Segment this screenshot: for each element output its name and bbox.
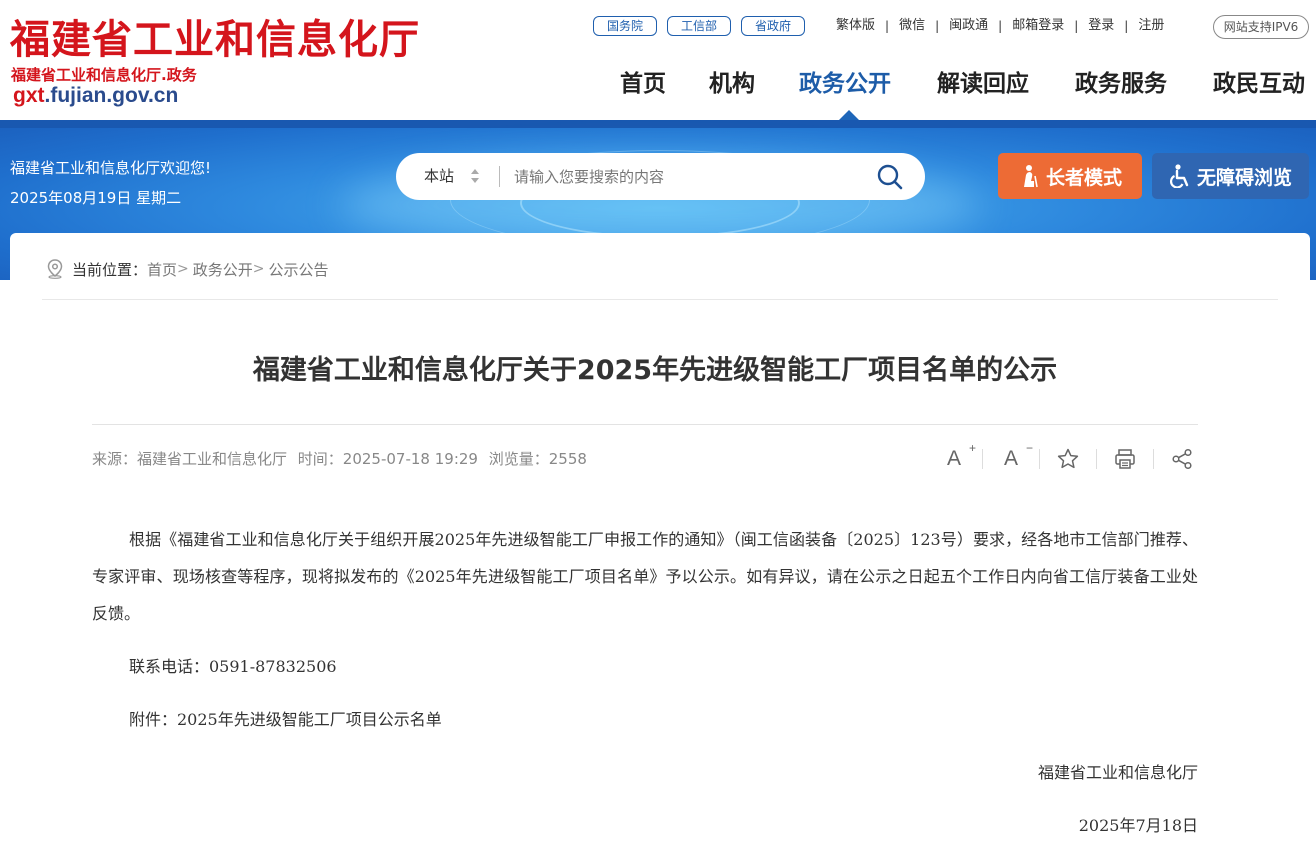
ipv6-badge: 网站支持IPV6 — [1213, 15, 1309, 39]
banner-top-band — [0, 120, 1316, 128]
attachment-link[interactable]: 附件：2025年先进级智能工厂项目公示名单 — [92, 701, 1198, 738]
article-paragraph: 根据《福建省工业和信息化厅关于组织开展2025年先进级智能工厂申报工作的通知》（… — [92, 530, 1198, 623]
nav-interaction[interactable]: 政民互动 — [1213, 66, 1305, 102]
article-card: 当前位置： 首页 > 政务公开 > 公示公告 福建省工业和信息化厅关于2025年先进… — [10, 233, 1310, 846]
divider — [42, 299, 1278, 300]
link-minzhengtong[interactable]: 闽政通 — [939, 17, 998, 35]
nav-active-indicator — [839, 110, 859, 120]
minus-icon: − — [1025, 441, 1033, 455]
utility-links: 繁体版 | 微信 | 闽政通 | 邮箱登录 | 登录 | 注册 — [826, 16, 1174, 36]
share-icon — [1172, 448, 1192, 470]
article-meta: 来源：福建省工业和信息化厅 时间：2025-07-18 19:29 浏览量：25… — [92, 447, 593, 471]
divider — [1039, 449, 1040, 469]
font-decrease-label: A — [1003, 447, 1018, 470]
wheelchair-icon — [1170, 164, 1189, 188]
signature-date: 2025年7月18日 — [1078, 816, 1198, 835]
elder-mode-button[interactable]: 长者模式 — [998, 153, 1142, 199]
accessibility-label: 无障碍浏览 — [1196, 166, 1292, 189]
site-domain: gxt.fujian.gov.cn — [13, 84, 178, 108]
site-header: 福建省工业和信息化厅 福建省工业和信息化厅.政务 gxt.fujian.gov.… — [0, 0, 1316, 120]
contact-phone: 联系电话：0591-87832506 — [129, 657, 337, 676]
signature-org: 福建省工业和信息化厅 — [1037, 763, 1198, 782]
welcome-text: 福建省工业和信息化厅欢迎您! — [10, 159, 212, 177]
current-date: 2025年08月19日 星期二 — [10, 189, 182, 207]
domain-prefix: gxt — [13, 84, 45, 107]
nav-organization[interactable]: 机构 — [709, 66, 755, 102]
link-wechat[interactable]: 微信 — [889, 17, 935, 35]
site-logo-subtitle: 福建省工业和信息化厅.政务 — [11, 66, 197, 84]
site-logo-title[interactable]: 福建省工业和信息化厅 — [10, 16, 420, 64]
elder-mode-label: 长者模式 — [1045, 166, 1122, 189]
font-decrease-button[interactable]: A − — [997, 441, 1033, 473]
breadcrumb: 当前位置： 首页 > 政务公开 > 公示公告 — [46, 257, 329, 281]
nav-gov-affairs-open[interactable]: 政务公开 — [799, 66, 891, 102]
breadcrumb-separator: > — [252, 261, 265, 277]
search-bar: 本站 — [396, 153, 925, 200]
link-miit[interactable]: 工信部 — [667, 16, 731, 36]
search-scope-select[interactable]: 本站 — [424, 153, 454, 200]
location-pin-icon — [47, 259, 63, 279]
elder-person-icon — [1023, 165, 1038, 188]
divider — [499, 166, 500, 187]
favorite-button[interactable] — [1054, 445, 1082, 473]
select-arrows-icon[interactable] — [468, 167, 482, 187]
link-mail-login[interactable]: 邮箱登录 — [1002, 17, 1074, 35]
search-icon[interactable] — [876, 163, 904, 191]
print-button[interactable] — [1111, 445, 1139, 473]
font-increase-label: A — [946, 447, 961, 470]
article-title: 福建省工业和信息化厅关于2025年先进级智能工厂项目名单的公示 — [252, 355, 1058, 386]
breadcrumb-label: 当前位置： — [72, 260, 148, 279]
domain-suffix: .fujian.gov.cn — [44, 84, 179, 107]
divider — [92, 424, 1198, 425]
article-views: 浏览量：2558 — [488, 450, 587, 468]
nav-gov-services[interactable]: 政务服务 — [1075, 66, 1167, 102]
breadcrumb-home[interactable]: 首页 — [147, 259, 177, 280]
breadcrumb-separator: > — [177, 261, 189, 277]
font-increase-button[interactable]: A + — [940, 441, 976, 473]
plus-icon: + — [968, 441, 976, 455]
link-traditional[interactable]: 繁体版 — [826, 17, 885, 35]
article-time: 时间：2025-07-18 19:29 — [297, 450, 478, 468]
link-state-council[interactable]: 国务院 — [593, 16, 657, 36]
nav-interpretation[interactable]: 解读回应 — [937, 66, 1029, 102]
link-login[interactable]: 登录 — [1078, 17, 1124, 35]
divider — [1096, 449, 1097, 469]
star-icon — [1057, 448, 1079, 469]
accessibility-button[interactable]: 无障碍浏览 — [1152, 153, 1309, 199]
article-tools: A + A − — [940, 441, 1196, 473]
breadcrumb-gov-affairs[interactable]: 政务公开 — [193, 259, 253, 280]
article-body: 根据《福建省工业和信息化厅关于组织开展2025年先进级智能工厂申报工作的通知》（… — [92, 521, 1198, 844]
nav-home[interactable]: 首页 — [620, 66, 666, 102]
article-source: 来源：福建省工业和信息化厅 — [92, 450, 288, 468]
divider — [982, 449, 983, 469]
link-provincial-gov[interactable]: 省政府 — [741, 16, 805, 36]
share-button[interactable] — [1168, 445, 1196, 473]
search-input[interactable] — [514, 161, 864, 192]
link-register[interactable]: 注册 — [1128, 17, 1174, 35]
divider — [1153, 449, 1154, 469]
breadcrumb-announcements[interactable]: 公示公告 — [269, 259, 329, 280]
printer-icon — [1115, 449, 1135, 469]
